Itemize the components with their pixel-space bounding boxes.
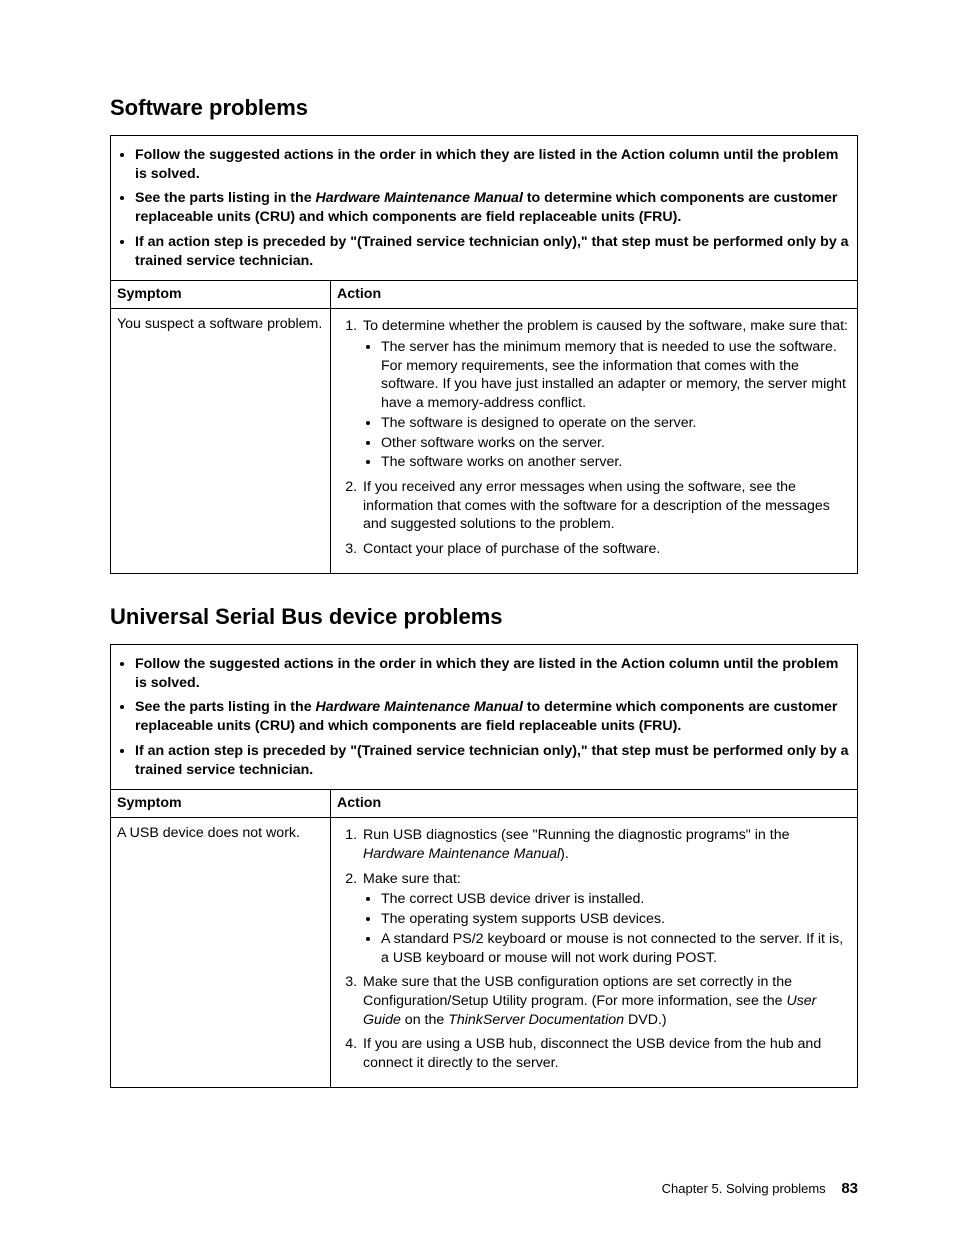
col-action: Action — [331, 281, 858, 309]
footer-chapter: Chapter 5. Solving problems — [662, 1181, 826, 1196]
action-sublist: The server has the minimum memory that i… — [363, 338, 853, 472]
table-row: A USB device does not work. Run USB diag… — [111, 818, 858, 1088]
action-sublist: The correct USB device driver is install… — [363, 890, 853, 967]
sub-item: The server has the minimum memory that i… — [381, 338, 853, 413]
action-italic: ThinkServer Documentation — [448, 1012, 624, 1028]
action-text: ). — [560, 846, 569, 862]
intro-box-1: Follow the suggested actions in the orde… — [110, 135, 858, 280]
sub-item: The operating system supports USB device… — [381, 910, 853, 929]
sub-item: The software is designed to operate on t… — [381, 414, 853, 433]
action-item: To determine whether the problem is caus… — [361, 317, 853, 472]
action-italic: Hardware Maintenance Manual — [363, 846, 560, 862]
action-item: Make sure that: The correct USB device d… — [361, 870, 853, 968]
table-header-row: Symptom Action — [111, 790, 858, 818]
intro-text: See the parts listing in the — [135, 699, 316, 715]
action-text: on the — [401, 1012, 448, 1028]
section-heading-software: Software problems — [110, 95, 858, 121]
intro-text: See the parts listing in the — [135, 190, 316, 206]
intro-list-2: Follow the suggested actions in the orde… — [117, 655, 851, 779]
symptom-cell: A USB device does not work. — [111, 818, 331, 1088]
table-row: You suspect a software problem. To deter… — [111, 309, 858, 574]
action-text: Make sure that the USB configuration opt… — [363, 974, 792, 1009]
col-action: Action — [331, 790, 858, 818]
sub-item: The software works on another server. — [381, 453, 853, 472]
sub-item: The correct USB device driver is install… — [381, 890, 853, 909]
action-cell: To determine whether the problem is caus… — [331, 309, 858, 574]
trouble-table-usb: Symptom Action A USB device does not wor… — [110, 789, 858, 1088]
symptom-cell: You suspect a software problem. — [111, 309, 331, 574]
intro-list-1: Follow the suggested actions in the orde… — [117, 146, 851, 270]
action-cell: Run USB diagnostics (see "Running the di… — [331, 818, 858, 1088]
action-item: If you are using a USB hub, disconnect t… — [361, 1035, 853, 1072]
action-list: To determine whether the problem is caus… — [335, 317, 853, 559]
col-symptom: Symptom — [111, 281, 331, 309]
action-item: Run USB diagnostics (see "Running the di… — [361, 826, 853, 863]
action-item: Contact your place of purchase of the so… — [361, 540, 853, 559]
intro-item: If an action step is preceded by "(Train… — [135, 233, 851, 270]
trouble-table-software: Symptom Action You suspect a software pr… — [110, 280, 858, 574]
action-text: Make sure that: — [363, 871, 461, 887]
intro-item: Follow the suggested actions in the orde… — [135, 146, 851, 183]
action-item: If you received any error messages when … — [361, 478, 853, 534]
intro-italic: Hardware Maintenance Manual — [316, 190, 523, 206]
action-text: Run USB diagnostics (see "Running the di… — [363, 827, 789, 843]
section-heading-usb: Universal Serial Bus device problems — [110, 604, 858, 630]
sub-item: Other software works on the server. — [381, 434, 853, 453]
table-header-row: Symptom Action — [111, 281, 858, 309]
footer-page-number: 83 — [841, 1180, 858, 1197]
col-symptom: Symptom — [111, 790, 331, 818]
action-text: DVD.) — [624, 1012, 667, 1028]
action-text: To determine whether the problem is caus… — [363, 318, 848, 334]
intro-item: See the parts listing in the Hardware Ma… — [135, 698, 851, 735]
page-footer: Chapter 5. Solving problems 83 — [662, 1180, 858, 1197]
sub-item: A standard PS/2 keyboard or mouse is not… — [381, 930, 853, 967]
action-list: Run USB diagnostics (see "Running the di… — [335, 826, 853, 1073]
page: Software problems Follow the suggested a… — [0, 0, 954, 1235]
action-item: Make sure that the USB configuration opt… — [361, 973, 853, 1029]
intro-italic: Hardware Maintenance Manual — [316, 699, 523, 715]
intro-item: If an action step is preceded by "(Train… — [135, 742, 851, 779]
intro-box-2: Follow the suggested actions in the orde… — [110, 644, 858, 789]
intro-item: See the parts listing in the Hardware Ma… — [135, 189, 851, 226]
intro-item: Follow the suggested actions in the orde… — [135, 655, 851, 692]
